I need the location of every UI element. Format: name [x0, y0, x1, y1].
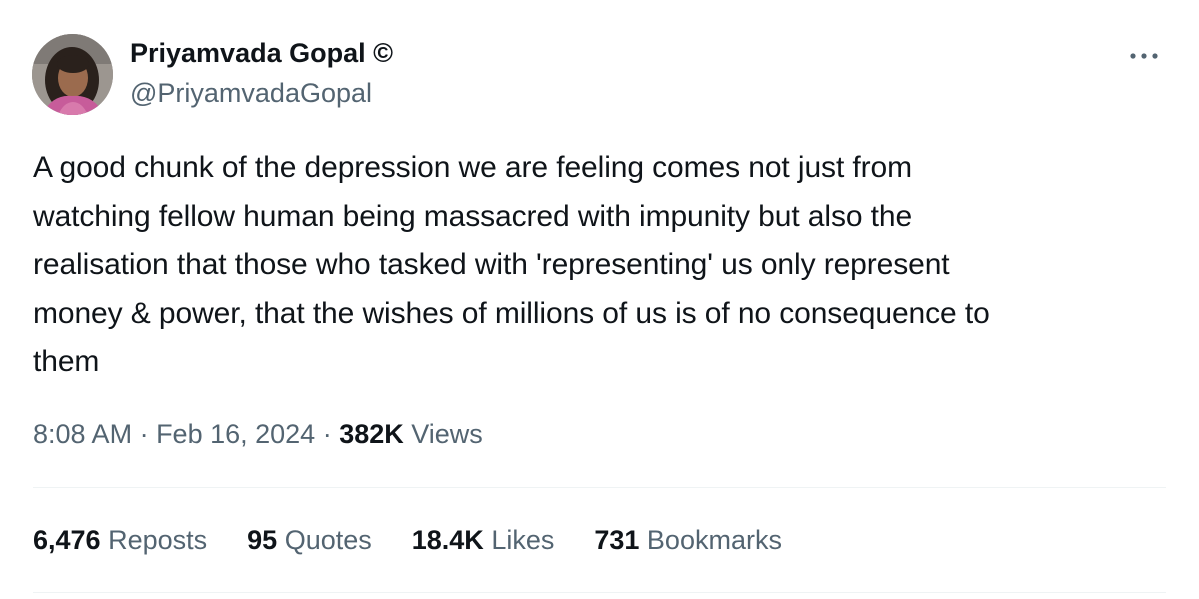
tweet-date[interactable]: Feb 16, 2024 [156, 419, 315, 449]
reposts-stat[interactable]: 6,476 Reposts [33, 520, 207, 560]
likes-count: 18.4K [411, 525, 484, 555]
author-handle[interactable]: @PriyamvadaGopal [130, 76, 372, 110]
meta-separator: · [315, 419, 340, 449]
views-count: 382K [339, 419, 404, 449]
more-horizontal-icon [1130, 53, 1158, 59]
bookmarks-count: 731 [594, 525, 640, 555]
reposts-label: Reposts [100, 525, 208, 555]
meta-separator: · [132, 419, 157, 449]
author-display-name[interactable]: Priyamvada Gopal © [130, 36, 393, 70]
bookmarks-label: Bookmarks [639, 525, 782, 555]
divider [33, 592, 1166, 593]
likes-stat[interactable]: 18.4K Likes [412, 520, 555, 560]
more-options-button[interactable] [1122, 44, 1166, 68]
tweet-text: A good chunk of the depression we are fe… [33, 151, 990, 378]
quotes-label: Quotes [277, 525, 372, 555]
quotes-stat[interactable]: 95 Quotes [247, 520, 372, 560]
avatar[interactable] [32, 34, 113, 115]
tweet-card: Priyamvada Gopal © @PriyamvadaGopal A go… [0, 0, 1199, 599]
avatar-image [32, 34, 113, 115]
bookmarks-stat[interactable]: 731 Bookmarks [594, 520, 782, 560]
likes-label: Likes [483, 525, 555, 555]
tweet-time[interactable]: 8:08 AM [33, 419, 132, 449]
quotes-count: 95 [247, 525, 278, 555]
views-label: Views [403, 419, 483, 449]
reposts-count: 6,476 [33, 525, 101, 555]
engagement-stats: 6,476 Reposts 95 Quotes 18.4K Likes 731 … [33, 520, 822, 560]
tweet-meta: 8:08 AM · Feb 16, 2024 · 382K Views [33, 414, 483, 454]
divider [33, 487, 1166, 488]
